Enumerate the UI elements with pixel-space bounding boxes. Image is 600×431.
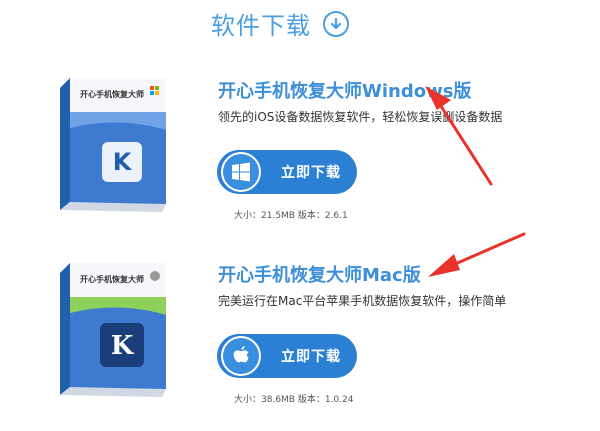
download-circle-icon[interactable] xyxy=(323,10,349,37)
section-header: 软件下载 xyxy=(211,6,349,41)
file-meta: 大小：21.5MB 版本：2.6.1 xyxy=(234,211,348,221)
download-button-label: 立即下载 xyxy=(281,165,341,181)
svg-text:K: K xyxy=(113,148,133,176)
box-label: 开心手机恢复大师 xyxy=(80,89,144,99)
product-description: 完美运行在Mac平台苹果手机数据恢复软件，操作简单 xyxy=(218,294,507,308)
product-windows: 开心手机恢复大师 K 开心手机恢复大师Windows版 领先的iOS设备数据恢复… xyxy=(0,55,600,225)
product-box-windows: 开心手机恢复大师 K xyxy=(52,70,172,220)
download-windows-button[interactable]: 立即下载 xyxy=(217,150,357,194)
product-box-mac: 开心手机恢复大师 K xyxy=(52,255,172,405)
windows-icon xyxy=(223,154,259,190)
download-mac-button[interactable]: 立即下载 xyxy=(217,334,357,378)
product-title[interactable]: 开心手机恢复大师Mac版 xyxy=(218,261,421,287)
box-label: 开心手机恢复大师 xyxy=(80,274,144,284)
download-button-label: 立即下载 xyxy=(281,349,341,365)
file-meta: 大小：38.6MB 版本：1.0.24 xyxy=(234,395,354,405)
apple-icon xyxy=(223,338,259,374)
svg-text:K: K xyxy=(111,331,135,361)
annotation-arrow-icon xyxy=(428,232,526,277)
annotation-arrow-icon xyxy=(425,86,493,186)
section-title: 软件下载 xyxy=(211,12,311,40)
